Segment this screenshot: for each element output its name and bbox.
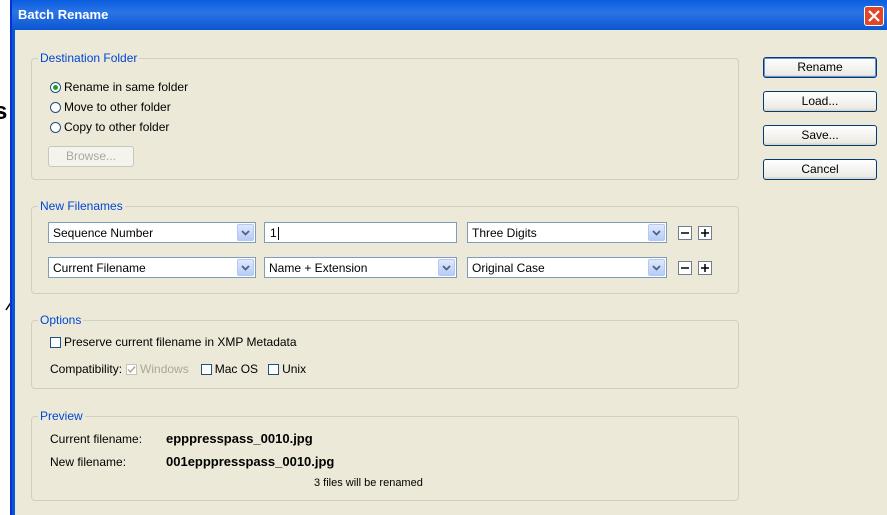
dropdown-arrow[interactable] (648, 259, 665, 276)
window-title: Batch Rename (18, 7, 109, 22)
checkbox-label: Preserve current filename in XMP Metadat… (64, 335, 297, 349)
add-row-2-button[interactable] (698, 261, 712, 275)
preserve-filename-checkbox[interactable]: Preserve current filename in XMP Metadat… (50, 335, 297, 349)
checkbox[interactable] (50, 336, 61, 348)
name-extension-select[interactable]: Name + Extension (264, 257, 457, 278)
annotation-text-fragment: s (0, 98, 8, 125)
radio-label: Rename in same folder (64, 80, 189, 94)
select-value: Three Digits (472, 226, 537, 240)
digits-select[interactable]: Three Digits (467, 222, 667, 243)
chevron-down-icon (652, 230, 661, 236)
load-button[interactable]: Load... (763, 91, 877, 112)
checkmark-icon (127, 365, 136, 373)
radio-label: Copy to other folder (64, 120, 170, 134)
macos-checkbox[interactable] (200, 363, 212, 375)
case-select[interactable]: Original Case (467, 257, 667, 278)
sequence-type-select[interactable]: Sequence Number (48, 222, 256, 243)
sequence-start-input[interactable]: 1 (264, 222, 457, 243)
close-icon (868, 10, 880, 22)
batch-rename-dialog: Batch Rename Destination Folder Rename i… (10, 0, 887, 515)
close-button[interactable] (864, 6, 884, 26)
options-legend: Options (40, 313, 82, 327)
radio-button[interactable] (50, 121, 61, 133)
minus-icon (681, 267, 689, 269)
minus-icon (681, 232, 689, 234)
dropdown-arrow[interactable] (237, 224, 254, 241)
remove-row-1-button[interactable] (678, 226, 692, 240)
filename-source-select[interactable]: Current Filename (48, 257, 256, 278)
dropdown-arrow[interactable] (237, 259, 254, 276)
plus-icon (701, 229, 709, 237)
dropdown-arrow[interactable] (438, 259, 455, 276)
current-filename-label: Current filename: (50, 432, 143, 446)
select-value: Original Case (472, 261, 545, 275)
compatibility-row: Compatibility: Windows Mac OS Unix (50, 362, 306, 376)
radio-copy-other-folder[interactable]: Copy to other folder (50, 120, 169, 134)
new-filenames-group: New Filenames (31, 199, 739, 294)
browse-button[interactable]: Browse... (48, 146, 134, 167)
radio-rename-same-folder[interactable]: Rename in same folder (50, 80, 188, 94)
radio-button[interactable] (50, 81, 61, 93)
dropdown-arrow[interactable] (648, 224, 665, 241)
new-filenames-legend: New Filenames (40, 199, 123, 213)
input-value: 1 (270, 226, 277, 240)
preview-legend: Preview (40, 409, 83, 423)
chevron-down-icon (241, 230, 250, 236)
rename-button[interactable]: Rename (763, 57, 877, 78)
radio-label: Move to other folder (64, 100, 171, 114)
text-caret (277, 227, 279, 241)
remove-row-2-button[interactable] (678, 261, 692, 275)
compatibility-label: Compatibility: (50, 362, 123, 376)
cancel-button[interactable]: Cancel (763, 159, 877, 180)
options-group: Options (31, 313, 739, 389)
new-filename-value: 001epppresspass_0010.jpg (166, 454, 335, 469)
new-filename-label: New filename: (50, 455, 127, 469)
plus-icon (701, 264, 709, 272)
window-left-border (12, 30, 15, 515)
select-value: Current Filename (53, 261, 146, 275)
unix-checkbox[interactable] (268, 363, 280, 375)
unix-label: Unix (282, 362, 307, 376)
radio-move-other-folder[interactable]: Move to other folder (50, 100, 171, 114)
destination-folder-legend: Destination Folder (40, 51, 138, 65)
destination-folder-group: Destination Folder (31, 51, 739, 180)
windows-checkbox[interactable] (126, 363, 138, 375)
save-button[interactable]: Save... (763, 125, 877, 146)
windows-label: Windows (140, 362, 189, 376)
current-filename-value: epppresspass_0010.jpg (166, 431, 313, 446)
chevron-down-icon (442, 265, 451, 271)
select-value: Sequence Number (53, 226, 154, 240)
chevron-down-icon (652, 265, 661, 271)
radio-button[interactable] (50, 101, 61, 113)
add-row-1-button[interactable] (698, 226, 712, 240)
select-value: Name + Extension (269, 261, 368, 275)
chevron-down-icon (241, 265, 250, 271)
macos-label: Mac OS (214, 362, 259, 376)
title-bar[interactable]: Batch Rename (12, 0, 887, 30)
rename-count-text: 3 files will be renamed (314, 477, 423, 489)
